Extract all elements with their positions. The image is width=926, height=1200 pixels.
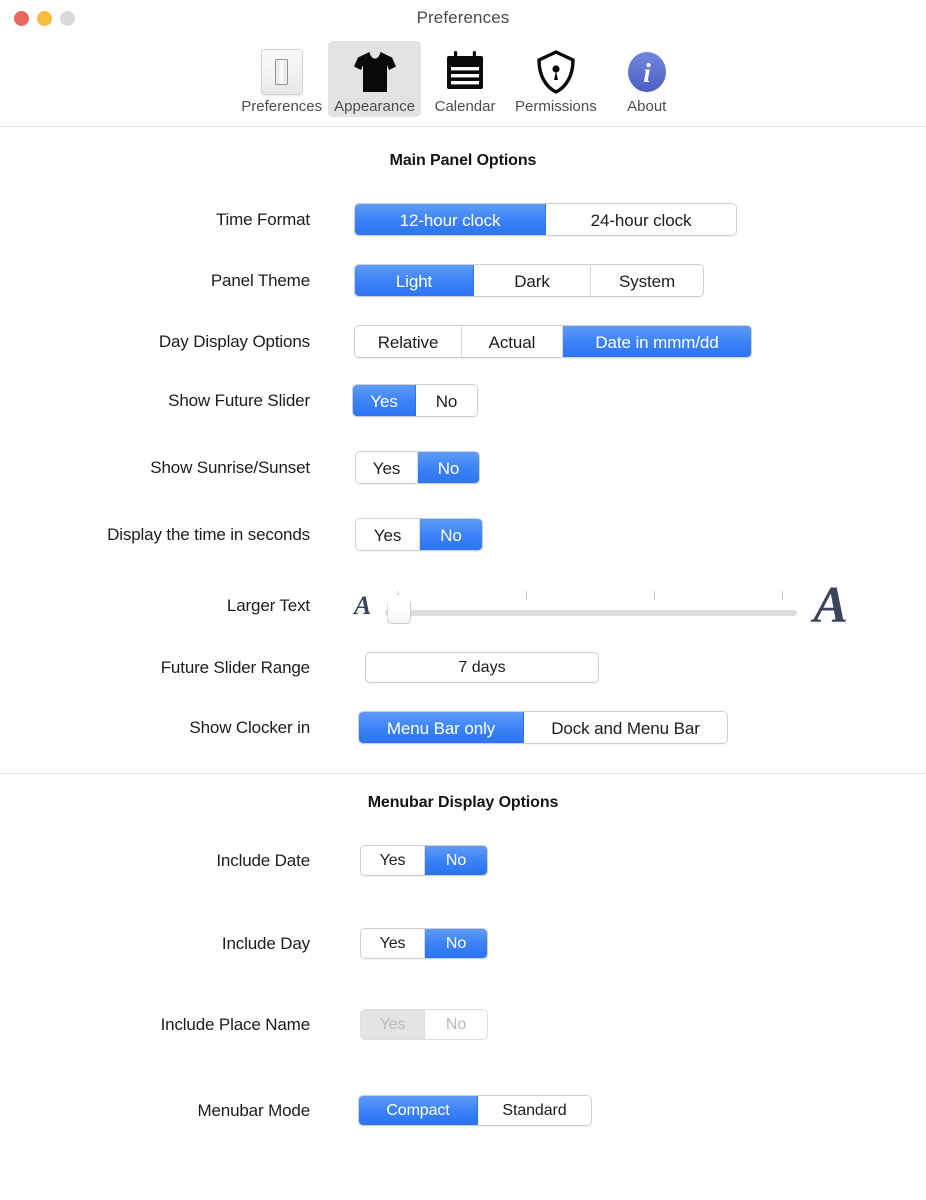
preferences-window: Preferences Preferences Appearance <box>0 0 926 1200</box>
row-display-seconds: Display the time in seconds Yes No <box>0 518 926 551</box>
segmented-menubar-mode[interactable]: Compact Standard <box>358 1095 592 1126</box>
window-title: Preferences <box>0 8 926 28</box>
slider-tick-marks <box>385 591 797 601</box>
segment-seconds-yes[interactable]: Yes <box>356 519 420 551</box>
segment-12-hour-clock[interactable]: 12-hour clock <box>355 204 546 236</box>
segmented-include-day[interactable]: Yes No <box>360 928 488 959</box>
slider-track[interactable] <box>385 610 797 616</box>
row-show-sunrise-sunset: Show Sunrise/Sunset Yes No <box>0 451 926 484</box>
larger-text-slider-wrap: A A <box>354 580 900 632</box>
segmented-time-format[interactable]: 12-hour clock 24-hour clock <box>354 203 737 236</box>
segment-light[interactable]: Light <box>355 265 474 297</box>
segment-include-day-yes[interactable]: Yes <box>361 929 425 958</box>
segment-include-day-no[interactable]: No <box>425 929 487 958</box>
label-larger-text: Larger Text <box>0 596 310 616</box>
row-show-future-slider: Show Future Slider Yes No <box>0 384 926 417</box>
toolbar-label-permissions: Permissions <box>515 98 597 115</box>
segmented-include-place-name: Yes No <box>360 1009 488 1040</box>
label-future-slider-range: Future Slider Range <box>0 658 310 678</box>
label-include-place-name: Include Place Name <box>0 1015 310 1035</box>
segment-sunrise-no[interactable]: No <box>418 452 479 484</box>
main-panel-section: Main Panel Options Time Format 12-hour c… <box>0 152 926 744</box>
menubar-panel-section: Menubar Display Options Include Date Yes… <box>0 794 926 1126</box>
row-day-display: Day Display Options Relative Actual Date… <box>0 325 926 358</box>
toolbar-item-preferences[interactable]: Preferences <box>235 41 328 117</box>
label-show-clocker-in: Show Clocker in <box>0 718 310 738</box>
section-divider <box>0 773 926 774</box>
segment-include-date-yes[interactable]: Yes <box>361 846 425 875</box>
label-day-display: Day Display Options <box>0 332 310 352</box>
small-letter-a-glyph: A <box>354 593 371 619</box>
toolbar-label-calendar: Calendar <box>435 98 496 115</box>
toolbar-item-calendar[interactable]: Calendar <box>421 41 509 117</box>
label-display-seconds: Display the time in seconds <box>0 525 310 545</box>
toolbar-label-about: About <box>627 98 666 115</box>
segmented-show-future-slider[interactable]: Yes No <box>352 384 478 417</box>
label-show-sunrise-sunset: Show Sunrise/Sunset <box>0 458 310 478</box>
segment-include-place-name-no: No <box>425 1010 487 1039</box>
title-bar: Preferences <box>0 0 926 38</box>
row-include-day: Include Day Yes No <box>0 928 926 959</box>
segment-include-date-no[interactable]: No <box>425 846 487 875</box>
segment-future-slider-no[interactable]: No <box>416 385 477 417</box>
segmented-panel-theme[interactable]: Light Dark System <box>354 264 704 297</box>
info-circle-icon: i <box>624 47 670 97</box>
segmented-include-date[interactable]: Yes No <box>360 845 488 876</box>
toolbar-label-preferences: Preferences <box>241 98 322 115</box>
tshirt-icon <box>352 47 398 97</box>
segment-standard[interactable]: Standard <box>478 1096 591 1125</box>
light-switch-icon <box>261 47 303 97</box>
segmented-show-clocker-in[interactable]: Menu Bar only Dock and Menu Bar <box>358 711 728 744</box>
calendar-icon <box>442 47 488 97</box>
label-show-future-slider: Show Future Slider <box>0 391 310 411</box>
row-menubar-mode: Menubar Mode Compact Standard <box>0 1095 926 1126</box>
segment-sunrise-yes[interactable]: Yes <box>356 452 418 484</box>
toolbar-label-appearance: Appearance <box>334 98 415 115</box>
label-include-date: Include Date <box>0 851 310 871</box>
svg-text:i: i <box>643 58 651 88</box>
segment-dark[interactable]: Dark <box>474 265 591 297</box>
segment-menu-bar-only[interactable]: Menu Bar only <box>359 712 524 744</box>
main-panel-title: Main Panel Options <box>0 152 926 170</box>
toolbar: Preferences Appearance Ca <box>0 38 926 127</box>
menubar-panel-title: Menubar Display Options <box>0 794 926 812</box>
segment-include-place-name-yes: Yes <box>361 1010 425 1039</box>
future-slider-range-dropdown[interactable]: 7 days <box>365 652 599 683</box>
label-panel-theme: Panel Theme <box>0 271 310 291</box>
row-show-clocker-in: Show Clocker in Menu Bar only Dock and M… <box>0 711 926 744</box>
row-future-slider-range: Future Slider Range 7 days <box>0 652 926 683</box>
row-include-place-name: Include Place Name Yes No <box>0 1009 926 1040</box>
segment-compact[interactable]: Compact <box>359 1096 478 1125</box>
shield-lock-icon <box>533 47 579 97</box>
row-larger-text: Larger Text A <box>0 580 926 632</box>
label-time-format: Time Format <box>0 210 310 230</box>
segmented-display-seconds[interactable]: Yes No <box>355 518 483 551</box>
segment-relative[interactable]: Relative <box>355 326 462 358</box>
toolbar-item-about[interactable]: i About <box>603 41 691 117</box>
segment-24-hour-clock[interactable]: 24-hour clock <box>546 204 736 236</box>
label-menubar-mode: Menubar Mode <box>0 1101 310 1121</box>
segment-seconds-no[interactable]: No <box>420 519 482 551</box>
large-letter-a-glyph: A <box>813 580 848 632</box>
segmented-day-display[interactable]: Relative Actual Date in mmm/dd <box>354 325 752 358</box>
segment-actual[interactable]: Actual <box>462 326 563 358</box>
toolbar-item-permissions[interactable]: Permissions <box>509 41 603 117</box>
label-include-day: Include Day <box>0 934 310 954</box>
segment-dock-and-menu-bar[interactable]: Dock and Menu Bar <box>524 712 727 744</box>
segment-date-in-mmm-dd[interactable]: Date in mmm/dd <box>563 326 751 358</box>
segment-system[interactable]: System <box>591 265 703 297</box>
row-include-date: Include Date Yes No <box>0 845 926 876</box>
larger-text-slider[interactable] <box>385 584 797 628</box>
segment-future-slider-yes[interactable]: Yes <box>353 385 416 417</box>
row-panel-theme: Panel Theme Light Dark System <box>0 264 926 297</box>
segmented-show-sunrise-sunset[interactable]: Yes No <box>355 451 480 484</box>
toolbar-item-appearance[interactable]: Appearance <box>328 41 421 117</box>
row-time-format: Time Format 12-hour clock 24-hour clock <box>0 203 926 236</box>
content-area: Main Panel Options Time Format 12-hour c… <box>0 127 926 1200</box>
